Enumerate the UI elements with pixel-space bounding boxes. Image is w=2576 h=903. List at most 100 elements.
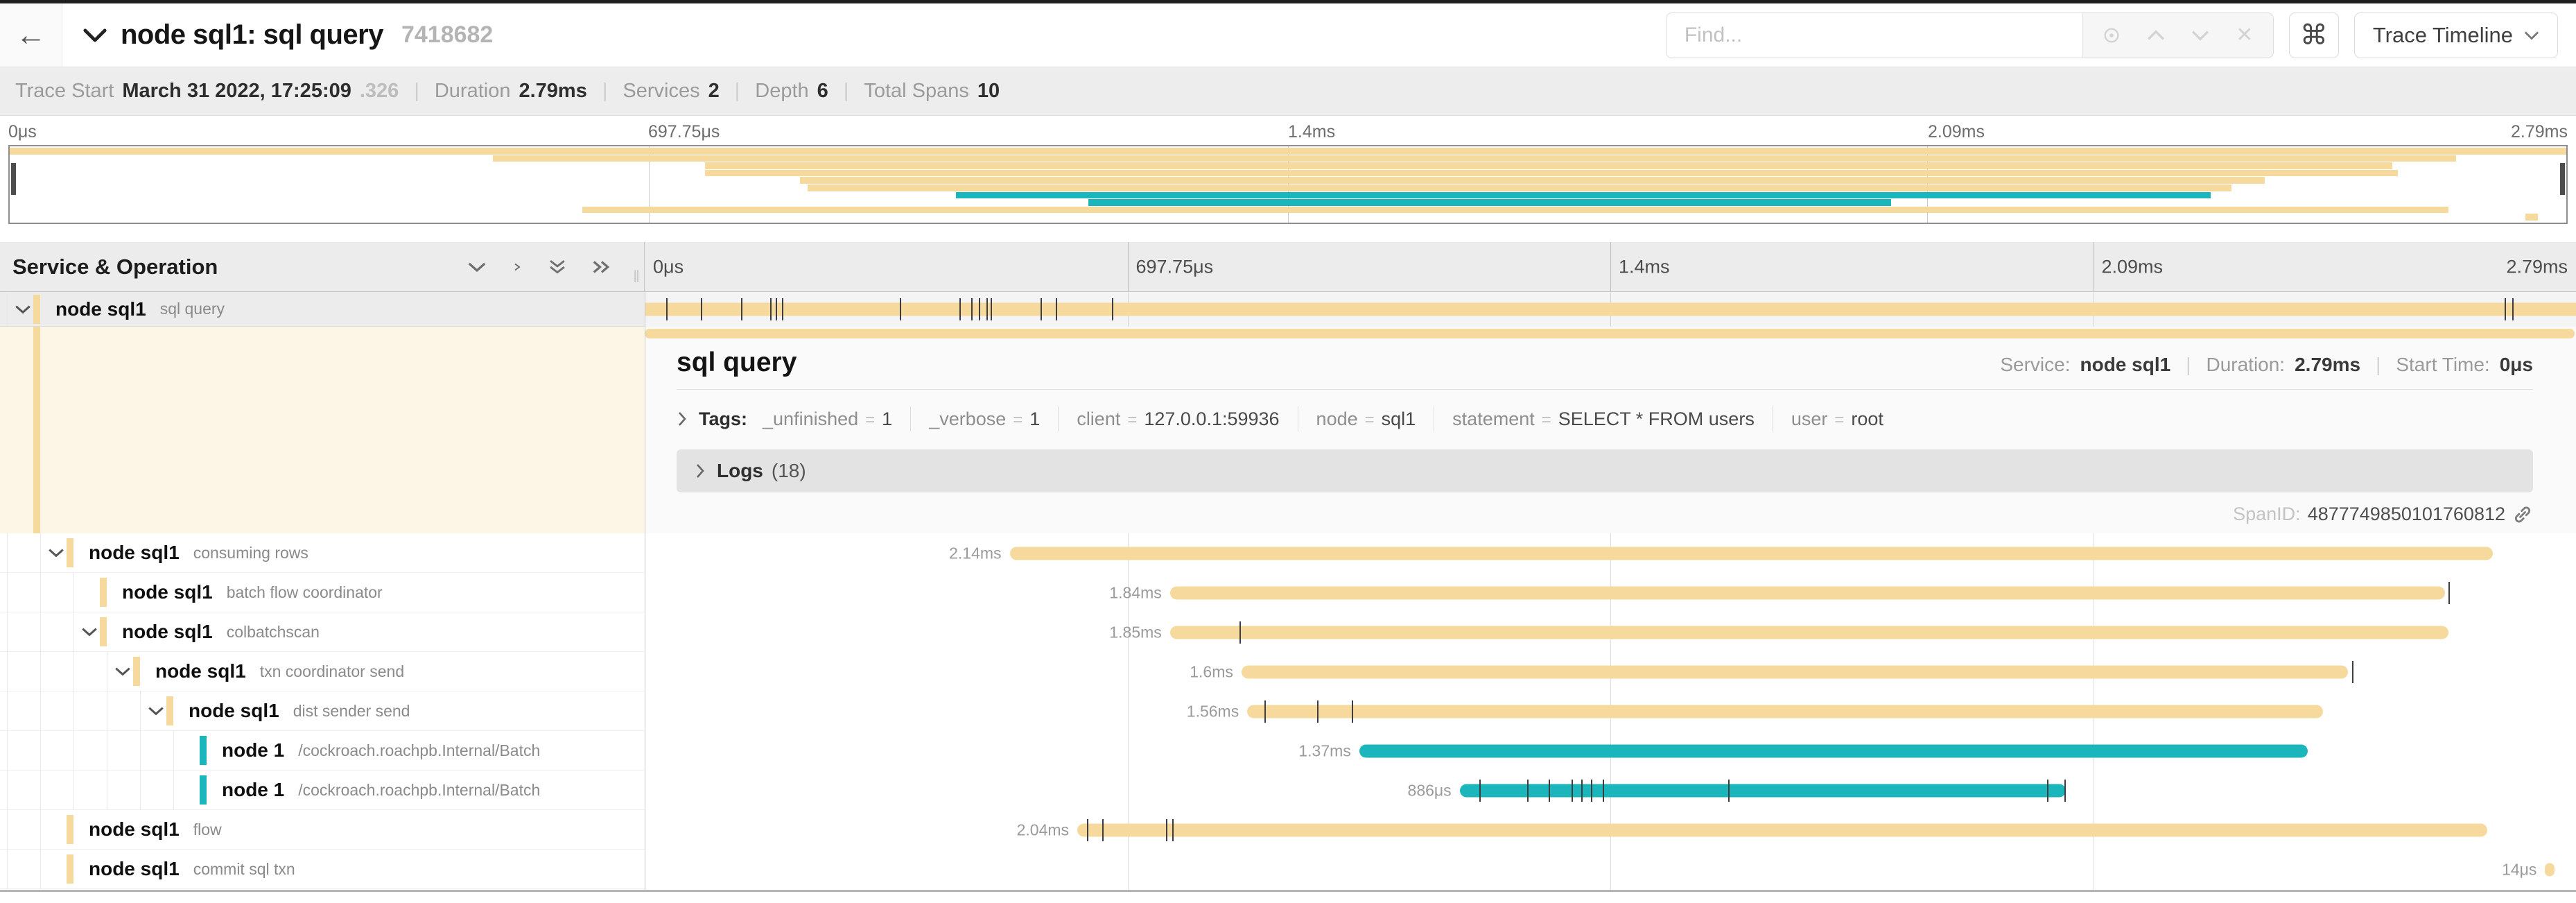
log-marker (1728, 780, 1730, 802)
minimap-span-bar (493, 155, 2456, 162)
tree-guide (73, 731, 74, 770)
span-row-label[interactable]: node sql1 txn coordinator send (0, 652, 645, 691)
total-spans-label: Total Spans (864, 80, 969, 103)
span-row[interactable]: node 1/cockroach.roachpb.Internal/Batch1… (0, 731, 2576, 771)
span-row-timeline[interactable]: 1.85ms (645, 612, 2576, 652)
chevron-down-icon[interactable] (47, 547, 65, 558)
chevron-down-icon[interactable] (14, 304, 32, 315)
span-row[interactable]: node sql1commit sql txn14μs (0, 850, 2576, 889)
span-row-sql-query[interactable]: node sql1 sql query (0, 292, 2576, 327)
chevron-down-icon[interactable] (114, 666, 132, 677)
log-marker (2505, 298, 2506, 320)
span-service: node sql1 (155, 660, 246, 682)
span-row-timeline[interactable]: 2.14ms (645, 533, 2576, 573)
span-row-timeline[interactable]: 2.04ms (645, 810, 2576, 850)
minimap-left-handle[interactable] (11, 163, 16, 195)
span-row-label[interactable]: node 1/cockroach.roachpb.Internal/Batch (0, 731, 645, 771)
column-resize-handle[interactable]: ‖ (633, 268, 641, 287)
copy-link-icon[interactable] (2512, 504, 2533, 525)
span-id-row: SpanID: 4877749850101760812 (677, 504, 2533, 525)
span-row[interactable]: node 1/cockroach.roachpb.Internal/Batch8… (0, 771, 2576, 810)
span-row-timeline[interactable] (645, 292, 2576, 327)
span-bar[interactable] (1170, 586, 2445, 599)
minimap-span-row (10, 192, 2566, 200)
back-button[interactable]: ← (0, 3, 62, 67)
span-row-label[interactable]: node sql1flow (0, 810, 645, 850)
span-bar[interactable] (2545, 863, 2555, 876)
next-match-icon[interactable] (2190, 25, 2211, 46)
span-bar[interactable] (1247, 705, 2323, 718)
log-marker (666, 298, 668, 320)
collapse-one-icon[interactable] (467, 259, 487, 275)
span-bar[interactable] (645, 303, 2576, 316)
logs-accordion[interactable]: Logs (18) (677, 449, 2533, 492)
expand-all-icon[interactable] (591, 259, 612, 275)
minimap-span-row (10, 177, 2566, 184)
span-detail-panel: sql query Service:node sql1 | Duration:2… (645, 327, 2576, 533)
span-row-timeline[interactable]: 1.6ms (645, 652, 2576, 691)
span-row[interactable]: node sql1consuming rows2.14ms (0, 533, 2576, 573)
depth-value: 6 (817, 80, 828, 103)
span-row-label[interactable]: node sql1dist sender send (0, 691, 645, 731)
span-bar[interactable] (1077, 823, 2487, 836)
tree-guide (73, 612, 74, 651)
log-marker (2352, 661, 2353, 683)
keyboard-shortcuts-button[interactable]: ⌘ (2289, 12, 2339, 58)
collapse-trace-icon[interactable] (83, 28, 107, 43)
span-row[interactable]: node sql1flow2.04ms (0, 810, 2576, 850)
log-marker (1549, 780, 1550, 802)
span-service: node sql1 (89, 858, 180, 880)
span-row-label[interactable]: node sql1 sql query (0, 292, 645, 327)
span-row-label[interactable]: node sql1consuming rows (0, 533, 645, 573)
find-input[interactable] (1666, 13, 2082, 58)
clear-search-icon[interactable]: ✕ (2234, 25, 2255, 46)
tags-accordion[interactable]: Tags: _unfinished=1_verbose=1client=127.… (677, 404, 2533, 434)
span-row-timeline[interactable]: 1.84ms (645, 573, 2576, 612)
chevron-down-icon[interactable] (80, 626, 98, 637)
collapse-all-icon[interactable] (547, 259, 568, 275)
log-marker (741, 298, 742, 320)
span-operation: dist sender send (293, 702, 410, 721)
tag-equals: = (1127, 411, 1137, 430)
span-row[interactable]: node sql1batch flow coordinator1.84ms (0, 573, 2576, 612)
span-bar[interactable] (1460, 784, 2066, 797)
tag-value: 1 (882, 409, 892, 430)
span-bar[interactable] (1242, 665, 2348, 678)
expand-collapse-controls (467, 259, 612, 275)
span-row-label[interactable]: node sql1colbatchscan (0, 612, 645, 652)
span-row-timeline[interactable]: 14μs (645, 850, 2576, 889)
span-row-label[interactable]: node sql1commit sql txn (0, 850, 645, 889)
trace-view-selector[interactable]: Trace Timeline (2354, 12, 2558, 58)
tree-guide (73, 771, 74, 809)
ruler-gridline (1128, 242, 1129, 291)
span-bar[interactable] (1010, 547, 2494, 560)
minimap-span-row (10, 199, 2566, 207)
span-operation: txn coordinator send (260, 662, 404, 681)
tag-equals: = (1365, 411, 1375, 430)
detail-span-meta: Service:node sql1 | Duration:2.79ms | St… (2000, 354, 2533, 376)
tree-guide (7, 810, 8, 849)
span-row-label[interactable]: node 1/cockroach.roachpb.Internal/Batch (0, 771, 645, 810)
span-row[interactable]: node sql1dist sender send1.56ms (0, 691, 2576, 731)
span-bar[interactable] (1170, 626, 2448, 639)
detail-header: sql query Service:node sql1 | Duration:2… (677, 347, 2533, 378)
service-value: node sql1 (2080, 354, 2170, 376)
log-marker (1056, 298, 1057, 320)
chevron-down-icon[interactable] (147, 705, 165, 716)
span-color-bar (166, 696, 173, 725)
focus-match-icon[interactable] (2101, 25, 2122, 46)
span-operation: batch flow coordinator (227, 583, 383, 602)
span-row-timeline[interactable]: 1.37ms (645, 731, 2576, 771)
span-row-timeline[interactable]: 886μs (645, 771, 2576, 810)
span-bar[interactable] (1359, 744, 2308, 757)
tag-value: SELECT * FROM users (1558, 409, 1755, 430)
expand-one-icon[interactable] (511, 259, 523, 275)
prev-match-icon[interactable] (2146, 25, 2166, 46)
minimap-right-handle[interactable] (2560, 163, 2565, 195)
span-row-label[interactable]: node sql1batch flow coordinator (0, 573, 645, 612)
span-row[interactable]: node sql1colbatchscan1.85ms (0, 612, 2576, 652)
trace-minimap[interactable] (8, 145, 2568, 224)
span-row-timeline[interactable]: 1.56ms (645, 691, 2576, 731)
span-row[interactable]: node sql1 txn coordinator send 1.6ms (0, 652, 2576, 691)
tag-value: 1 (1029, 409, 1040, 430)
